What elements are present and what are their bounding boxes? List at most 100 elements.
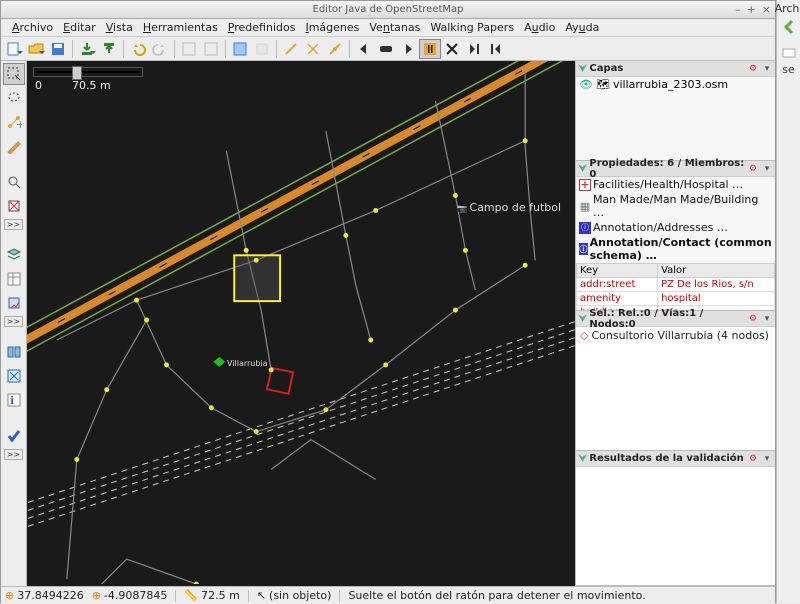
layer-name: villarrubia_2303.osm <box>613 78 728 91</box>
redo-button[interactable] <box>149 39 171 59</box>
status-length: 72.5 m <box>201 589 240 602</box>
audio-back-button[interactable] <box>353 39 375 59</box>
menu-imagenes[interactable]: Imágenes <box>300 19 364 36</box>
way-icon: ◇ <box>580 329 588 342</box>
menu-predefinidos[interactable]: Predefinidos <box>223 19 301 36</box>
table-row[interactable]: amenityhospital <box>577 292 775 306</box>
validator-panel-toggle[interactable] <box>3 365 25 387</box>
pin-icon[interactable]: ⮟ <box>578 312 587 326</box>
minimize-button[interactable]: – <box>735 3 741 16</box>
menu-ventanas[interactable]: Ventanas <box>364 19 425 36</box>
status-lat: 37.8494226 <box>17 589 83 602</box>
panel-settings-icon[interactable]: ⚙ <box>747 453 759 465</box>
filter-panel-toggle[interactable]: ℹ <box>3 389 25 411</box>
preferences-button[interactable] <box>178 39 200 59</box>
lat-icon: ⊕ <box>5 589 14 602</box>
presets-button[interactable] <box>229 39 251 59</box>
menu-archivo[interactable]: AArchivorchivo <box>7 19 58 36</box>
wp-tool-1[interactable] <box>280 39 302 59</box>
panel-settings-icon[interactable]: ⚙ <box>747 63 759 75</box>
relations-panel-toggle[interactable] <box>3 341 25 363</box>
select-tool[interactable] <box>3 63 25 85</box>
zoom-tool[interactable] <box>3 171 25 193</box>
main-toolbar <box>1 37 775 61</box>
selection-item[interactable]: ◇ Consultorio Villarrubia (4 nodos) <box>576 327 775 344</box>
panel-settings-icon[interactable]: ⚙ <box>747 163 759 175</box>
menu-walking-papers[interactable]: Walking Papers <box>425 19 519 36</box>
audio-fwd-button[interactable] <box>397 39 419 59</box>
new-layer-button[interactable] <box>3 39 25 59</box>
panel-settings-icon[interactable]: ⚙ <box>747 313 759 325</box>
save-button[interactable] <box>47 39 69 59</box>
menu-audio[interactable]: Audio <box>519 19 560 36</box>
delete-tool[interactable] <box>3 195 25 217</box>
status-object: (sin objeto) <box>269 589 331 602</box>
pin-icon[interactable]: ⮟ <box>578 452 587 466</box>
wp-tool-2[interactable] <box>302 39 324 59</box>
expand-tools-2[interactable]: >> <box>4 316 23 327</box>
close-button[interactable]: × <box>762 3 771 16</box>
validate-button[interactable] <box>3 425 25 447</box>
col-key[interactable]: Key <box>577 264 658 278</box>
audio-play-button[interactable] <box>375 39 397 59</box>
map-label-villarrubia: Villarrubia <box>227 359 268 368</box>
panel-collapse-icon[interactable]: ▾ <box>761 453 773 465</box>
status-hint: Suelte el botón del ratón para detener e… <box>348 589 771 602</box>
contact-icon: ⓘ <box>579 243 588 255</box>
upload-button[interactable] <box>98 39 120 59</box>
col-value[interactable]: Valor <box>658 264 775 278</box>
preset-link[interactable]: Annotation/Addresses … <box>593 221 728 234</box>
expand-tools-1[interactable]: >> <box>4 219 23 230</box>
audio-prev-button[interactable] <box>485 39 507 59</box>
panel-collapse-icon[interactable]: ▾ <box>761 163 773 175</box>
lasso-tool[interactable] <box>3 87 25 109</box>
preset-link[interactable]: Man Made/Man Made/Building … <box>593 193 772 219</box>
audio-next-button[interactable] <box>463 39 485 59</box>
ruler-icon: 📏 <box>184 589 198 602</box>
panel-collapse-icon[interactable]: ▾ <box>761 63 773 75</box>
menubar: AArchivorchivo Editar Vista Herramientas… <box>1 19 775 37</box>
address-icon: ⓘ <box>579 222 591 234</box>
map-label-campo: 📷 Campo de futbol <box>457 201 561 214</box>
validation-panel-title: Resultados de la validación <box>589 453 745 464</box>
menu-editar[interactable]: Editar <box>58 19 101 36</box>
eye-icon[interactable]: 👁 <box>579 78 593 91</box>
add-node-tool[interactable]: + <box>3 111 25 133</box>
open-button[interactable] <box>25 39 47 59</box>
menu-vista[interactable]: Vista <box>101 19 138 36</box>
expand-tools-3[interactable]: >> <box>4 449 23 460</box>
search-button[interactable] <box>200 39 222 59</box>
wp-tool-3[interactable] <box>324 39 346 59</box>
hospital-icon: + <box>579 179 591 191</box>
building-icon: ▦ <box>579 200 591 212</box>
maximize-button[interactable]: + <box>747 3 756 16</box>
preset-link[interactable]: Annotation/Contact (common schema) … <box>590 236 772 262</box>
menu-herramientas[interactable]: Herramientas <box>138 19 223 36</box>
window-title: Editor Java de OpenStreetMap <box>313 4 464 15</box>
menu-ayuda[interactable]: Ayuda <box>560 19 604 36</box>
properties-panel-toggle[interactable] <box>3 268 25 290</box>
draw-tool[interactable] <box>3 135 25 157</box>
map-canvas[interactable]: 070.5 m <box>27 61 575 586</box>
panel-collapse-icon[interactable]: ▾ <box>761 313 773 325</box>
layer-type-icon: 🗺 <box>596 78 610 91</box>
map-svg <box>27 61 575 584</box>
selection-panel-toggle[interactable] <box>3 292 25 314</box>
audio-slower-button[interactable] <box>419 39 441 59</box>
preset-link[interactable]: Facilities/Health/Hospital … <box>593 178 743 191</box>
table-row[interactable]: addr:streetPZ De los Rios, s/n <box>577 278 775 292</box>
lon-icon: ⊕ <box>92 589 101 602</box>
strip-search-label: se <box>782 63 795 76</box>
os-right-strip: Archi se <box>776 0 800 603</box>
strip-back-icon[interactable] <box>778 17 800 37</box>
pin-icon[interactable]: ⮟ <box>578 62 587 76</box>
layer-row[interactable]: 👁 🗺 villarrubia_2303.osm <box>576 77 775 92</box>
audio-faster-button[interactable] <box>441 39 463 59</box>
strip-label: Archi <box>775 2 800 15</box>
undo-button[interactable] <box>127 39 149 59</box>
pin-icon[interactable]: ⮟ <box>578 162 587 176</box>
layers-panel-toggle[interactable] <box>3 244 25 266</box>
download-button[interactable] <box>76 39 98 59</box>
box-button[interactable] <box>251 39 273 59</box>
strip-search-icon[interactable] <box>778 43 800 63</box>
